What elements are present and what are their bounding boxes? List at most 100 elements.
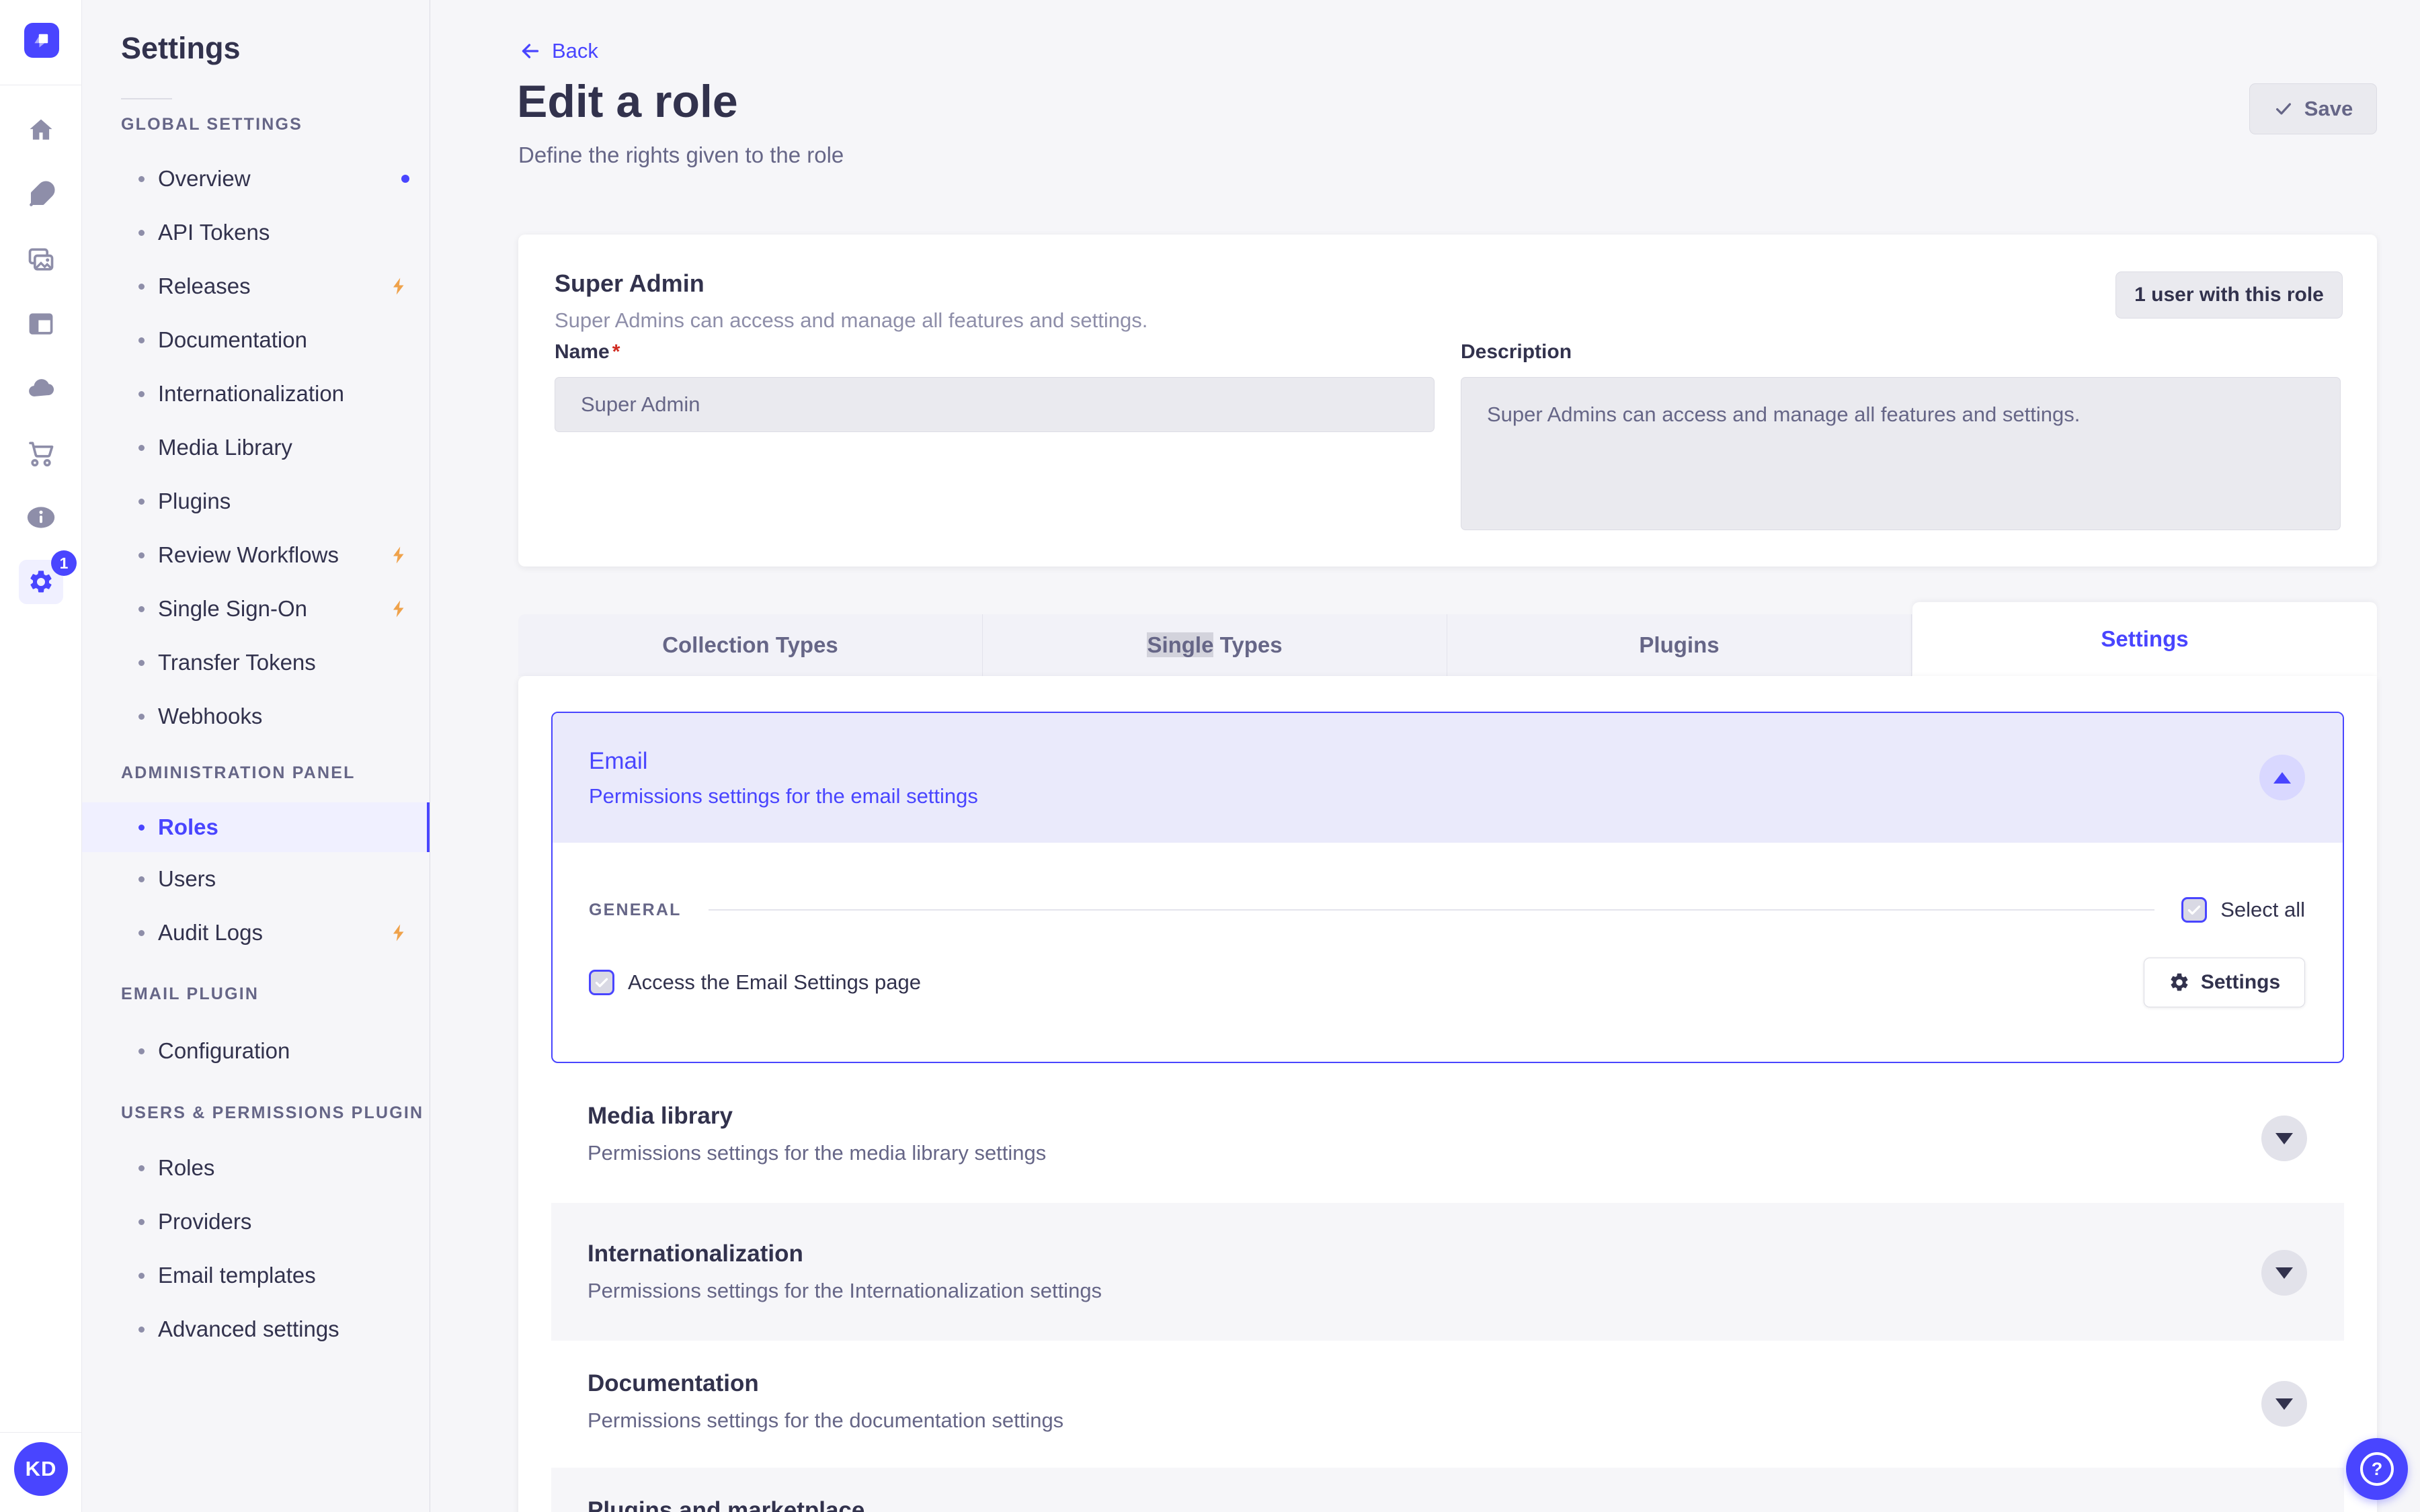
bullet-icon: [138, 498, 145, 505]
sidebar-item-review-workflows[interactable]: Review Workflows: [82, 528, 430, 582]
email-settings-access-label: Access the Email Settings page: [628, 970, 921, 994]
sidebar-item-releases[interactable]: Releases: [82, 259, 430, 313]
settings-badge: 1: [51, 550, 77, 576]
sidebar-item-label: Email templates: [158, 1263, 316, 1288]
users-with-role-button[interactable]: 1 user with this role: [2115, 271, 2343, 319]
expand-button[interactable]: [2261, 1116, 2307, 1161]
sidebar-item-label: Audit Logs: [158, 920, 263, 945]
sidebar-item-label: Advanced settings: [158, 1316, 339, 1341]
sidebar-item-label: Internationalization: [158, 381, 345, 406]
save-button[interactable]: Save: [2249, 83, 2377, 134]
sidebar-item-label: Roles: [158, 1155, 215, 1180]
check-icon: [2275, 103, 2291, 115]
sidebar-item-providers[interactable]: Providers: [82, 1195, 430, 1249]
sidebar-item-up-roles[interactable]: Roles: [82, 1141, 430, 1195]
sidebar-item-label: Review Workflows: [158, 542, 339, 567]
sidebar-item-single-sign-on[interactable]: Single Sign-On: [82, 582, 430, 636]
chevron-up-icon: [2273, 771, 2291, 784]
bullet-icon: [138, 1272, 145, 1279]
sidebar-item-email-templates[interactable]: Email templates: [82, 1249, 430, 1302]
settings-active-indicator: 1: [19, 550, 77, 604]
arrow-left-icon: [522, 44, 539, 58]
question-mark-icon: ?: [2360, 1452, 2394, 1486]
tab-label: Plugins: [1639, 632, 1720, 657]
sidebar-item-transfer-tokens[interactable]: Transfer Tokens: [82, 636, 430, 689]
settings-sidebar: Settings GLOBAL SETTINGS Overview API To…: [82, 0, 430, 1512]
accordion-title: Documentation: [588, 1370, 759, 1396]
collapse-button[interactable]: [2259, 755, 2305, 800]
expand-button[interactable]: [2261, 1381, 2307, 1427]
sidebar-item-label: Configuration: [158, 1038, 290, 1063]
sidebar-item-media-library[interactable]: Media Library: [82, 421, 430, 474]
expand-button[interactable]: [2261, 1250, 2307, 1296]
bullet-icon: [138, 337, 145, 343]
settings-permissions-panel: Email Permissions settings for the email…: [518, 676, 2377, 1512]
accordion-documentation[interactable]: Documentation Permissions settings for t…: [551, 1341, 2344, 1468]
tab-settings-active[interactable]: Settings: [1912, 602, 2377, 676]
home-icon[interactable]: [9, 98, 73, 163]
tab-single-types[interactable]: Single Types: [983, 614, 1447, 676]
strapi-logo[interactable]: [24, 23, 59, 58]
check-icon: [595, 978, 608, 988]
notification-dot-icon: [401, 175, 409, 183]
bullet-icon: [138, 1326, 145, 1333]
sidebar-item-advanced-settings[interactable]: Advanced settings: [82, 1302, 430, 1356]
section-label-email-plugin: EMAIL PLUGIN: [121, 984, 259, 1003]
sidebar-item-users[interactable]: Users: [82, 852, 430, 906]
info-icon[interactable]: [9, 485, 73, 550]
layout-icon[interactable]: [9, 292, 73, 356]
tab-label: Types: [1213, 632, 1283, 657]
sidebar-item-label: Roles: [158, 814, 218, 839]
content-builder-feather-icon[interactable]: [9, 163, 73, 227]
lightning-icon: [393, 546, 404, 564]
bullet-icon: [138, 552, 145, 558]
cloud-icon[interactable]: [9, 356, 73, 421]
sidebar-item-label: Documentation: [158, 327, 307, 352]
media-library-icon[interactable]: [9, 227, 73, 292]
description-textarea[interactable]: Super Admins can access and manage all f…: [1461, 377, 2341, 530]
sidebar-item-label: Releases: [158, 274, 251, 298]
sidebar-item-label: API Tokens: [158, 220, 270, 245]
email-accordion-header[interactable]: Email Permissions settings for the email…: [553, 713, 2343, 843]
select-all-checkbox[interactable]: [2181, 897, 2208, 923]
sidebar-item-internationalization[interactable]: Internationalization: [82, 367, 430, 421]
help-button[interactable]: ?: [2346, 1438, 2408, 1500]
tab-collection-types[interactable]: Collection Types: [518, 614, 983, 676]
email-settings-access-checkbox[interactable]: [589, 970, 614, 995]
accordion-plugins-and-marketplace[interactable]: Plugins and marketplace: [551, 1468, 2344, 1512]
section-label-administration-panel: ADMINISTRATION PANEL: [121, 763, 356, 782]
sidebar-item-audit-logs[interactable]: Audit Logs: [82, 906, 430, 960]
sidebar-item-documentation[interactable]: Documentation: [82, 313, 430, 367]
lightning-icon: [393, 600, 404, 618]
sidebar-item-label: Plugins: [158, 489, 231, 513]
sidebar-title-divider: [121, 98, 172, 99]
tab-plugins[interactable]: Plugins: [1447, 614, 1912, 676]
section-label-global-settings: GLOBAL SETTINGS: [121, 115, 303, 134]
bullet-icon: [138, 929, 145, 936]
sidebar-item-webhooks[interactable]: Webhooks: [82, 689, 430, 743]
email-accordion-title: Email: [589, 748, 648, 774]
sidebar-item-api-tokens[interactable]: API Tokens: [82, 206, 430, 259]
name-input[interactable]: [555, 377, 1435, 432]
user-avatar[interactable]: KD: [14, 1442, 68, 1496]
sidebar-item-label: Single Sign-On: [158, 596, 307, 621]
sidebar-item-roles-active[interactable]: Roles: [82, 802, 430, 852]
sidebar-item-configuration[interactable]: Configuration: [82, 1024, 430, 1078]
accordion-media-library[interactable]: Media library Permissions settings for t…: [551, 1073, 2344, 1203]
strapi-logo-glyph: [34, 34, 48, 48]
bullet-icon: [138, 1218, 145, 1225]
settings-button-label: Settings: [2200, 971, 2281, 993]
accordion-internationalization[interactable]: Internationalization Permissions setting…: [551, 1203, 2344, 1341]
email-settings-button[interactable]: Settings: [2144, 958, 2305, 1007]
bullet-icon: [138, 444, 145, 451]
select-all-label: Select all: [2220, 898, 2305, 921]
sidebar-item-plugins[interactable]: Plugins: [82, 474, 430, 528]
icon-rail: 1 KD: [0, 0, 82, 1512]
back-label: Back: [552, 39, 598, 62]
tab-label: Settings: [2101, 626, 2189, 651]
sidebar-item-overview[interactable]: Overview: [82, 152, 430, 206]
back-link[interactable]: Back: [518, 39, 598, 63]
rail-bottom-divider: [0, 1432, 82, 1433]
settings-gear-icon[interactable]: 1: [9, 550, 77, 614]
marketplace-cart-icon[interactable]: [9, 421, 73, 485]
